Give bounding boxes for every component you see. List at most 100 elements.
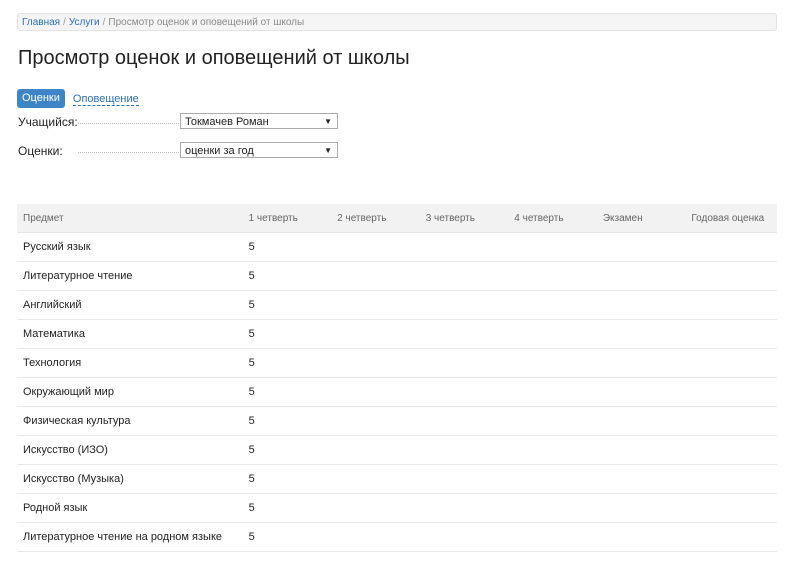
chevron-down-icon: ▼: [324, 117, 332, 126]
q4-cell: [514, 464, 603, 494]
subject-cell: Математика: [17, 319, 249, 349]
header-q2: 2 четверть: [337, 204, 426, 233]
year-cell: [691, 522, 777, 552]
breadcrumb-home[interactable]: Главная: [22, 17, 60, 28]
tab-notifications[interactable]: Оповещение: [72, 90, 139, 106]
q4-cell: [514, 232, 603, 262]
subject-cell: Искусство (ИЗО): [17, 435, 249, 465]
q3-cell: [425, 406, 515, 436]
table-row: Литературное чтение 5: [17, 261, 777, 291]
q4-cell: [514, 522, 603, 552]
year-cell: [691, 377, 777, 407]
exam-cell: [602, 435, 692, 465]
table-row: Технология 5: [17, 348, 777, 378]
q2-cell: [337, 435, 426, 465]
exam-cell: [602, 377, 692, 407]
table-row: Русский язык 5: [17, 232, 777, 262]
year-cell: [691, 319, 777, 349]
q4-cell: [514, 435, 603, 465]
exam-cell: [602, 290, 692, 320]
q3-cell: [425, 290, 515, 320]
q4-cell: [514, 493, 603, 523]
exam-cell: [602, 493, 692, 523]
subject-cell: Искусство (Музыка): [17, 464, 249, 494]
subject-cell: Технология: [17, 348, 249, 378]
grades-table: Предмет 1 четверть 2 четверть 3 четверть…: [17, 204, 777, 552]
q2-cell: [337, 522, 426, 552]
year-cell: [691, 493, 777, 523]
q2-cell: [337, 319, 426, 349]
student-row: Учащийся: Токмачев Роман ▼: [18, 113, 348, 131]
q3-cell: [425, 435, 515, 465]
q3-cell: [425, 348, 515, 378]
year-cell: [691, 290, 777, 320]
dotted-leader: [78, 152, 193, 153]
grades-select[interactable]: оценки за год ▼: [180, 142, 338, 158]
table-row: Английский 5: [17, 290, 777, 320]
subject-cell: Окружающий мир: [17, 377, 249, 407]
tabs: Оценки Оповещение: [17, 89, 139, 108]
q4-cell: [514, 348, 603, 378]
q3-cell: [425, 261, 515, 291]
student-label: Учащийся:: [18, 115, 78, 129]
q1-cell: 5: [248, 232, 338, 262]
exam-cell: [602, 406, 692, 436]
q1-cell: 5: [248, 464, 338, 494]
exam-cell: [602, 232, 692, 262]
q1-cell: 5: [248, 406, 338, 436]
grades-select-value: оценки за год: [185, 145, 254, 157]
q2-cell: [337, 348, 426, 378]
q2-cell: [337, 464, 426, 494]
q3-cell: [425, 464, 515, 494]
student-select-value: Токмачев Роман: [185, 116, 269, 128]
q1-cell: 5: [248, 377, 338, 407]
student-select[interactable]: Токмачев Роман ▼: [180, 113, 338, 129]
year-cell: [691, 348, 777, 378]
header-subject: Предмет: [17, 204, 249, 233]
subject-cell: Литературное чтение: [17, 261, 249, 291]
year-cell: [691, 261, 777, 291]
subject-cell: Родной язык: [17, 493, 249, 523]
table-row: Литературное чтение на родном языке 5: [17, 522, 777, 552]
subject-cell: Английский: [17, 290, 249, 320]
exam-cell: [602, 319, 692, 349]
exam-cell: [602, 522, 692, 552]
q2-cell: [337, 377, 426, 407]
exam-cell: [602, 261, 692, 291]
table-header-row: Предмет 1 четверть 2 четверть 3 четверть…: [17, 204, 777, 233]
breadcrumb-separator: /: [63, 17, 66, 28]
table-row: Математика 5: [17, 319, 777, 349]
q4-cell: [514, 319, 603, 349]
table-row: Физическая культура 5: [17, 406, 777, 436]
tab-grades[interactable]: Оценки: [17, 89, 65, 108]
q4-cell: [514, 406, 603, 436]
header-q3: 3 четверть: [425, 204, 515, 233]
q2-cell: [337, 493, 426, 523]
q2-cell: [337, 290, 426, 320]
table-row: Родной язык 5: [17, 493, 777, 523]
header-exam: Экзамен: [602, 204, 692, 233]
header-year: Годовая оценка: [691, 204, 777, 233]
table-row: Искусство (ИЗО) 5: [17, 435, 777, 465]
year-cell: [691, 232, 777, 262]
q1-cell: 5: [248, 319, 338, 349]
subject-cell: Литературное чтение на родном языке: [17, 522, 249, 552]
q3-cell: [425, 377, 515, 407]
q3-cell: [425, 319, 515, 349]
exam-cell: [602, 464, 692, 494]
q3-cell: [425, 493, 515, 523]
grades-row: Оценки: оценки за год ▼: [18, 142, 348, 160]
q1-cell: 5: [248, 348, 338, 378]
breadcrumb: Главная / Услуги / Просмотр оценок и оповеще…: [17, 13, 777, 31]
q2-cell: [337, 261, 426, 291]
q4-cell: [514, 261, 603, 291]
q3-cell: [425, 232, 515, 262]
breadcrumb-services[interactable]: Услуги: [69, 17, 100, 28]
q2-cell: [337, 406, 426, 436]
q2-cell: [337, 232, 426, 262]
page-title: Просмотр оценок и оповещений от школы: [18, 47, 410, 69]
year-cell: [691, 464, 777, 494]
q4-cell: [514, 290, 603, 320]
q1-cell: 5: [248, 290, 338, 320]
q3-cell: [425, 522, 515, 552]
